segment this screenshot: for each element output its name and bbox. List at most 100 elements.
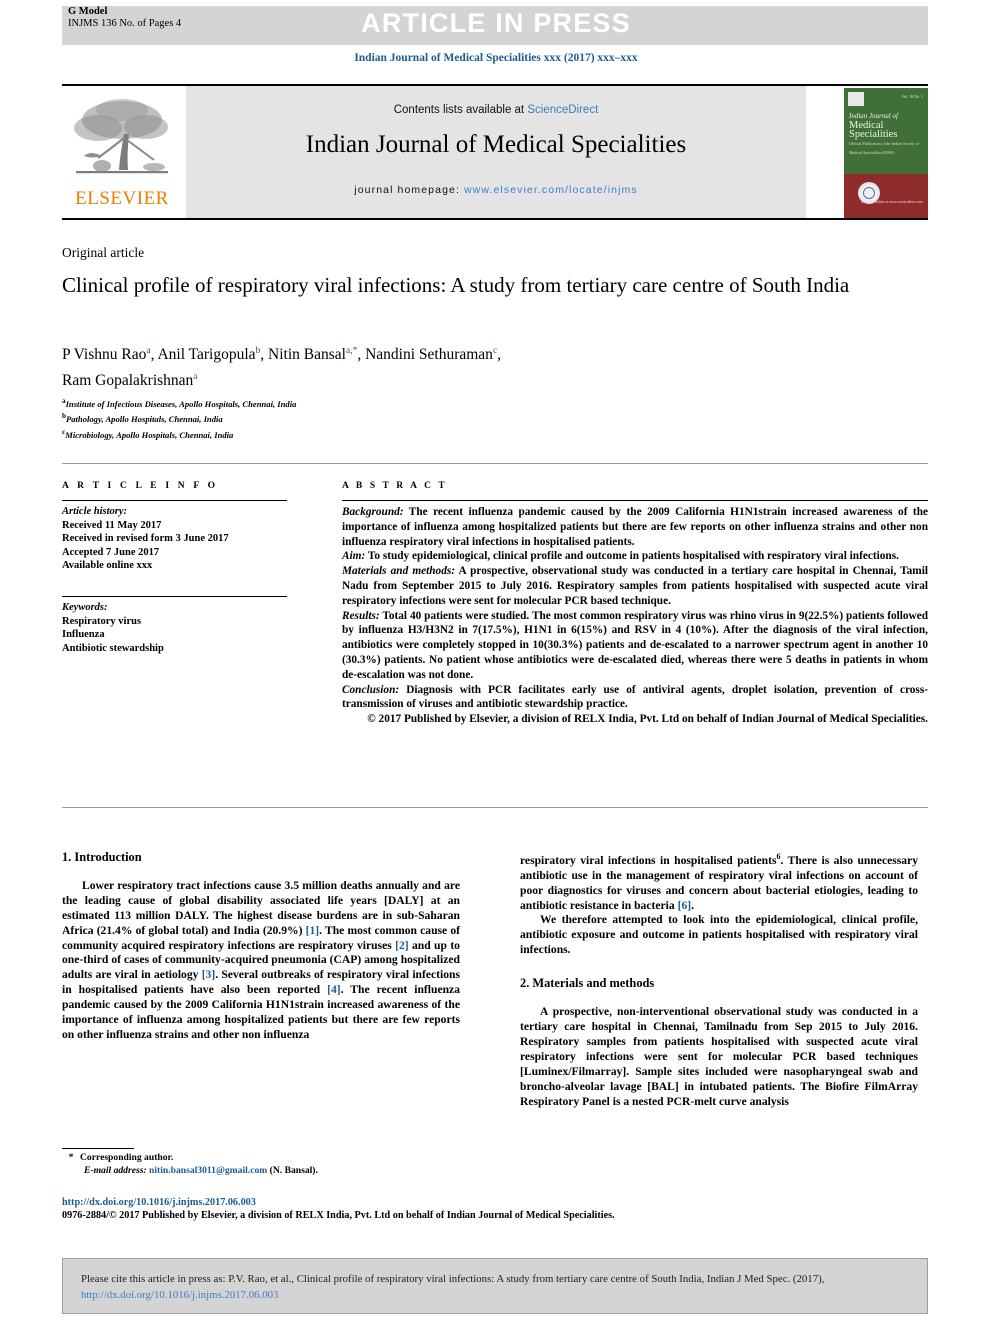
cite-this-article-text: Please cite this article in press as: P.… <box>81 1271 913 1303</box>
footnote-email-owner: (N. Bansal). <box>269 1164 318 1176</box>
cite-doi-link[interactable]: http://dx.doi.org/10.1016/j.injms.2017.0… <box>81 1289 278 1301</box>
article-history-item: Accepted 7 June 2017 <box>62 546 160 558</box>
author-list: P Vishnu Raoa, Anil Tarigopulab, Nitin B… <box>62 346 502 390</box>
author-affil-marker: c <box>492 346 498 356</box>
elsevier-wordmark: ELSEVIER <box>75 188 169 209</box>
article-info-rule-1 <box>62 500 287 501</box>
abstract-section-label: Materials and methods: <box>342 565 456 578</box>
keyword-item: Antibiotic stewardship <box>62 642 164 654</box>
journal-homepage-label: journal homepage: <box>354 184 460 196</box>
article-history-item: Available online xxx <box>62 560 153 571</box>
journal-homepage-link[interactable]: www.elsevier.com/locate/injms <box>464 184 638 196</box>
abstract-copyright: © 2017 Published by Elsevier, a division… <box>367 713 928 726</box>
footnote-rule <box>62 1148 134 1149</box>
footnote-corresponding-text: Corresponding author. <box>80 1152 174 1163</box>
citation-ref-2[interactable]: [2] <box>395 939 409 952</box>
contents-lists-line: Contents lists available at ScienceDirec… <box>186 104 806 116</box>
citation-ref-3[interactable]: [3] <box>202 968 216 981</box>
body-column-right: respiratory viral infections in hospital… <box>520 850 918 1109</box>
journal-masthead: Contents lists available at ScienceDirec… <box>62 84 928 220</box>
abstract-section-text: Total 40 patients were studied. The most… <box>342 609 928 681</box>
article-info-heading: A R T I C L E I N F O <box>62 481 219 491</box>
abstract-section-text: Diagnosis with PCR facilitates early use… <box>342 683 928 711</box>
keywords-title: Keywords: <box>62 602 108 613</box>
issn-copyright-line: 0976-2884/© 2017 Published by Elsevier, … <box>62 1210 615 1221</box>
author-affil-marker: b <box>255 346 261 356</box>
abstract-body: Background: The recent influenza pandemi… <box>342 505 928 727</box>
author-name: Anil Tarigopula <box>157 346 256 364</box>
article-history-title: Article history: <box>62 506 128 517</box>
article-in-press-text: ARTICLE IN PRESS <box>361 8 631 38</box>
keyword-item: Respiratory virus <box>62 615 142 627</box>
journal-running-head: Indian Journal of Medical Specialities x… <box>354 52 638 64</box>
citation-ref-1[interactable]: [1] <box>306 924 320 937</box>
affiliation-text: Pathology, Apollo Hospitals, Chennai, In… <box>65 414 223 425</box>
abstract-rule <box>342 500 928 501</box>
article-type-label: Original article <box>62 245 145 260</box>
masthead-grey-panel: Contents lists available at ScienceDirec… <box>186 86 806 218</box>
contents-lists-prefix: Contents lists available at <box>393 104 528 116</box>
section-heading-introduction: 1. Introduction <box>62 850 142 864</box>
doi-issn-block: http://dx.doi.org/10.1016/j.injms.2017.0… <box>62 1196 932 1222</box>
abstract-section-text: To study epidemiological, clinical profi… <box>365 550 899 563</box>
info-block-top-rule <box>62 463 928 464</box>
body-column-left: 1. Introduction Lower respiratory tract … <box>62 850 460 1043</box>
cite-line-1: Please cite this article in press as: P.… <box>81 1273 705 1285</box>
doi-link[interactable]: http://dx.doi.org/10.1016/j.injms.2017.0… <box>62 1196 932 1209</box>
article-history-block: Article history: Received 11 May 2017 Re… <box>62 505 302 573</box>
cover-title-block: Indian Journal of Medical Specialities O… <box>849 112 924 157</box>
corresponding-author-footnote: * Corresponding author. E-mail address: n… <box>62 1152 482 1177</box>
affiliation-text: Microbiology, Apollo Hospitals, Chennai,… <box>65 429 234 440</box>
abstract-section: Aim: To study epidemiological, clinical … <box>342 549 928 564</box>
section-heading-materials-and-methods: 2. Materials and methods <box>520 976 655 991</box>
abstract-section-label: Conclusion: <box>342 683 400 696</box>
intro-continued-paragraph: respiratory viral infections in hospital… <box>520 850 918 913</box>
keyword-item: Influenza <box>62 629 105 640</box>
footnote-line-1: * Corresponding author. <box>62 1152 482 1165</box>
intro-cont-text-a: respiratory viral infections in hospital… <box>520 853 777 867</box>
cover-bottom-panel <box>844 173 928 218</box>
cite-this-article-box: Please cite this article in press as: P.… <box>62 1258 928 1314</box>
citation-ref-4[interactable]: [4] <box>327 983 341 996</box>
affiliation-list: aInstitute of Infectious Diseases, Apoll… <box>62 395 682 441</box>
cite-line-2-prefix: Indian J Med Spec. (2017), <box>706 1273 825 1285</box>
abstract-section: Results: Total 40 patients were studied.… <box>342 609 928 683</box>
affiliation-text: Institute of Infectious Diseases, Apollo… <box>65 398 297 409</box>
introduction-paragraph: Lower respiratory tract infections cause… <box>62 879 460 1043</box>
article-title: Clinical profile of respiratory viral in… <box>62 273 850 297</box>
footnote-line-2: E-mail address: nitin.bansal3011@gmail.c… <box>62 1165 482 1178</box>
cover-title-line3: Official Publication of the Indian Socie… <box>849 141 920 155</box>
elsevier-logo: ELSEVIER <box>62 94 182 212</box>
info-block-bottom-rule <box>62 807 928 808</box>
keywords-block: Keywords: Respiratory virus Influenza An… <box>62 601 302 655</box>
journal-homepage-line: journal homepage: www.elsevier.com/locat… <box>186 184 806 196</box>
intro-final-paragraph: We therefore attempted to look into the … <box>520 913 918 957</box>
author-affil-marker: a <box>146 346 151 356</box>
sciencedirect-link[interactable]: ScienceDirect <box>527 104 598 116</box>
article-history-item: Received in revised form 3 June 2017 <box>62 533 229 544</box>
journal-cover-thumbnail: Vol. 18 No. 1 Indian Journal of Medical … <box>844 88 928 218</box>
affiliation-item: cMicrobiology, Apollo Hospitals, Chennai… <box>62 426 682 441</box>
corresponding-author-email-link[interactable]: nitin.bansal3011@gmail.com <box>149 1165 267 1176</box>
author-name: Nitin Bansal <box>268 346 346 364</box>
abstract-section: Conclusion: Diagnosis with PCR facilitat… <box>342 683 928 713</box>
elsevier-tree-icon <box>74 99 168 174</box>
abstract-section-text: The recent influenza pandemic caused by … <box>342 506 928 548</box>
abstract-section: Materials and methods: A prospective, ob… <box>342 564 928 608</box>
journal-title: Indian Journal of Medical Specialities <box>305 131 687 158</box>
author-name: Nandini Sethuraman <box>365 346 493 364</box>
affiliation-item: bPathology, Apollo Hospitals, Chennai, I… <box>62 410 682 425</box>
footnote-star-marker: * <box>68 1152 74 1163</box>
methods-paragraph: A prospective, non-interventional observ… <box>520 1005 918 1108</box>
abstract-heading: A B S T R A C T <box>342 481 448 491</box>
abstract-section-label: Results: <box>342 609 380 622</box>
footnote-email-label: E-mail address: <box>84 1164 147 1176</box>
cover-elsevier-logo-icon <box>848 92 864 106</box>
author-name: P Vishnu Rao <box>62 346 147 364</box>
cover-title-line2: Medical Specialities <box>849 120 898 140</box>
author-affil-marker: a,* <box>345 346 358 356</box>
article-history-item: Received 11 May 2017 <box>62 519 162 531</box>
article-page: G Model INJMS 136 No. of Pages 4 ARTICLE… <box>0 0 992 1323</box>
cover-issue-text: Vol. 18 No. 1 <box>901 94 923 99</box>
citation-ref-6[interactable]: [6] <box>678 899 692 912</box>
